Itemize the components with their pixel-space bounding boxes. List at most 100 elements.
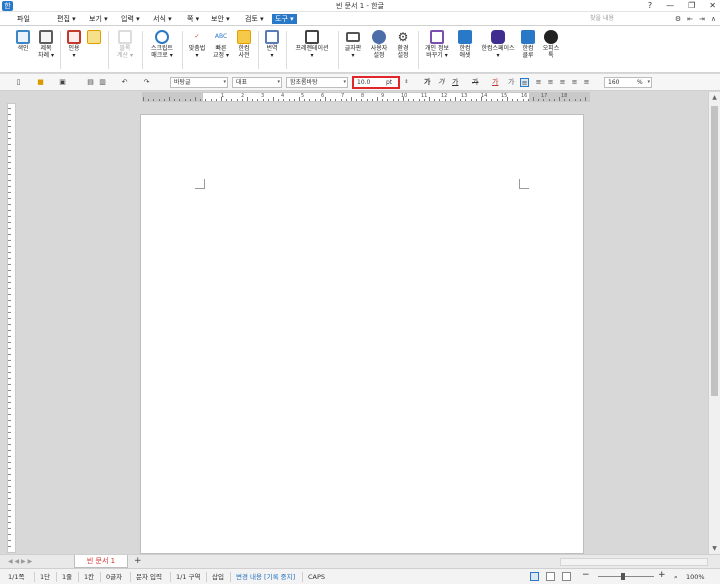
highlight-button[interactable]: 가: [508, 78, 514, 87]
redo-icon[interactable]: ↷: [142, 78, 151, 87]
tab-navigation-icon[interactable]: ◀ ◀ ▶ ▶: [8, 557, 32, 567]
ruler-tick: [543, 99, 545, 101]
font-size-input[interactable]: 10.0 pt: [352, 76, 400, 89]
horizontal-scrollbar[interactable]: [560, 558, 708, 566]
spellcheck-button[interactable]: ✓ 맞춤법 ▾: [186, 30, 208, 59]
ruler-tick: [8, 528, 11, 529]
status-page[interactable]: 1/1쪽: [8, 573, 24, 582]
print-icon[interactable]: ▤: [86, 78, 95, 87]
open-folder-icon[interactable]: ■: [36, 78, 45, 87]
minimize-icon[interactable]: —: [666, 0, 674, 12]
help-icon[interactable]: ?: [648, 0, 652, 12]
horizontal-ruler[interactable]: 1 2 3 4 5 6 7 8 9 10 11 12 13 14 15 16 17 18: [142, 92, 590, 102]
hancom-space-button[interactable]: 한컴스페이스 ▾: [476, 30, 520, 59]
scroll-down-icon[interactable]: ▼: [709, 545, 720, 552]
restore-icon[interactable]: ❐: [688, 0, 695, 12]
office-talk-button[interactable]: 오피스 톡: [540, 30, 562, 59]
view-normal-icon[interactable]: [530, 572, 539, 581]
menu-tools[interactable]: 도구 ▾: [272, 14, 297, 24]
scroll-up-icon[interactable]: ▲: [709, 94, 720, 101]
zoom-out-icon[interactable]: −: [582, 571, 590, 580]
dictionary-button[interactable]: 한컴 사전: [234, 30, 254, 59]
keyboard-icon: [346, 32, 360, 42]
tab-document-1[interactable]: 빈 문서 1: [74, 555, 128, 568]
settings-icon[interactable]: ⚙: [675, 14, 681, 24]
align-justify-icon[interactable]: ≡: [520, 78, 529, 87]
vertical-ruler[interactable]: [7, 103, 16, 553]
menu-format[interactable]: 서식 ▾: [150, 14, 175, 24]
paragraph-style-select[interactable]: 바탕글 ▾: [170, 77, 228, 88]
menu-security[interactable]: 보안 ▾: [208, 14, 233, 24]
zoom-search-icon[interactable]: ⌕: [674, 573, 678, 582]
align-center-icon[interactable]: ≡: [546, 78, 555, 87]
style-label-select[interactable]: 대표 ▾: [232, 77, 282, 88]
status-zoom[interactable]: 100%: [686, 573, 705, 582]
search-input[interactable]: 찾을 내용: [590, 14, 662, 24]
zoom-select[interactable]: 160 % ▾: [604, 77, 652, 88]
quick-correct-button[interactable]: ABC 빠른 교정 ▾: [210, 30, 232, 59]
quote-button[interactable]: 인용 ▾: [64, 30, 84, 59]
align-divide-icon[interactable]: ≡: [582, 78, 591, 87]
index-button[interactable]: 색인: [14, 30, 32, 52]
status-insert-mode[interactable]: 삽입: [212, 573, 224, 582]
zoom-in-icon[interactable]: +: [658, 571, 666, 580]
ruler-tick: [8, 444, 11, 445]
ruler-tick: [257, 99, 259, 101]
ruler-tick: [8, 414, 11, 415]
add-tab-icon[interactable]: +: [134, 556, 142, 567]
script-macro-button[interactable]: 스크립트 매크로 ▾: [146, 30, 178, 59]
status-track-changes[interactable]: 변경 내용 [기록 중지]: [236, 573, 295, 582]
ruler-tick: [8, 312, 11, 313]
zoom-slider-thumb[interactable]: [621, 573, 625, 580]
presentation-button[interactable]: 프레젠테이션 ▾: [290, 30, 334, 59]
align-distribute-icon[interactable]: ≡: [570, 78, 579, 87]
document-page[interactable]: [140, 114, 584, 554]
font-color-button[interactable]: 가: [492, 78, 498, 87]
menu-review[interactable]: 검토 ▾: [242, 14, 267, 24]
view-web-icon[interactable]: [546, 572, 555, 581]
user-settings-button[interactable]: 사용자 설정: [368, 30, 390, 59]
menu-page[interactable]: 쪽 ▾: [184, 14, 202, 24]
underline-button[interactable]: 가: [452, 78, 458, 87]
italic-button[interactable]: 가: [438, 78, 444, 87]
toc-button[interactable]: 제목 차례 ▾: [36, 30, 56, 59]
ruler-tick: [8, 360, 11, 361]
ruler-tick: [8, 504, 11, 505]
keyboard-button[interactable]: 글자판 ▾: [342, 30, 364, 59]
align-left-icon[interactable]: ≡: [534, 78, 543, 87]
ribbon-separator: [258, 31, 259, 69]
status-caps: CAPS: [308, 573, 326, 581]
font-size-stepper[interactable]: ⇕: [402, 78, 411, 87]
zoom-slider[interactable]: [598, 576, 654, 577]
scrollbar-thumb[interactable]: [711, 106, 718, 396]
align-right-icon[interactable]: ≡: [558, 78, 567, 87]
font-select[interactable]: 함초롬바탕 ▾: [286, 77, 348, 88]
privacy-button[interactable]: 개인 정보 바꾸기 ▾: [420, 30, 454, 59]
environment-settings-button[interactable]: ⚙ 환경 설정: [392, 30, 414, 59]
crop-mark-top-left: [195, 179, 205, 189]
preview-icon[interactable]: ▥: [98, 78, 107, 87]
menu-view[interactable]: 보기 ▾: [86, 14, 111, 24]
menu-file[interactable]: 파일: [14, 14, 33, 24]
strikethrough-button[interactable]: 가: [472, 78, 478, 87]
ruler-tick: [309, 99, 311, 101]
block-calc-button[interactable]: 블록 계산 ▾: [114, 30, 136, 59]
new-document-icon[interactable]: ▯: [14, 78, 23, 87]
vertical-scrollbar[interactable]: ▲ ▼: [708, 92, 720, 554]
ribbon-toggle-icon[interactable]: ∧: [711, 14, 716, 24]
translate-button[interactable]: 번역 ▾: [262, 30, 282, 59]
bold-button[interactable]: 가: [424, 78, 430, 87]
collapse-left-icon[interactable]: ⇤: [687, 14, 693, 24]
hancom-asset-button[interactable]: 한컴 애셋: [454, 30, 476, 59]
view-print-icon[interactable]: [562, 572, 571, 581]
menu-insert[interactable]: 입력 ▾: [118, 14, 143, 24]
save-icon[interactable]: ▣: [58, 78, 67, 87]
style-brush-button[interactable]: [86, 30, 102, 45]
ruler-tick: [8, 402, 11, 403]
undo-icon[interactable]: ↶: [120, 78, 129, 87]
menu-edit[interactable]: 편집 ▾: [54, 14, 79, 24]
collapse-right-icon[interactable]: ⇥: [699, 14, 705, 24]
hancom-clue-button[interactable]: 한컴 클루: [518, 30, 538, 59]
index-icon: [16, 30, 30, 44]
close-icon[interactable]: ✕: [709, 0, 716, 12]
